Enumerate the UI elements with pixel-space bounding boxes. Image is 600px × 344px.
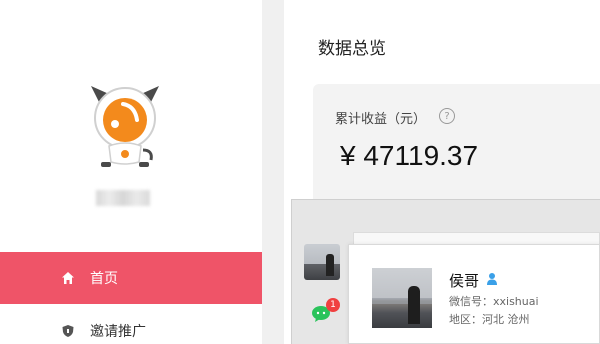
page-title: 数据总览: [318, 39, 386, 59]
contact-region: 地区：河北 沧州: [449, 313, 530, 326]
nav-label-home: 首页: [90, 271, 118, 287]
earnings-label: 累计收益（元）: [335, 112, 427, 127]
unread-badge: 1: [326, 298, 340, 312]
username-blurred: [96, 190, 150, 206]
nav-item-invite[interactable]: 邀请推广: [0, 305, 262, 344]
nav-label-invite: 邀请推广: [90, 324, 146, 340]
chat-avatar[interactable]: [304, 244, 340, 280]
sidebar: 首页 邀请推广: [0, 0, 262, 344]
nav-item-home[interactable]: 首页: [0, 252, 262, 304]
home-icon: [60, 270, 76, 286]
layout-gutter: [262, 0, 284, 344]
person-icon: [487, 273, 497, 285]
earnings-value: ¥ 47119.37: [340, 140, 479, 171]
contact-name: 侯哥: [449, 272, 480, 290]
mascot-logo: [91, 86, 159, 167]
help-icon[interactable]: ?: [439, 108, 455, 124]
contact-wechat-id: 微信号：xxishuai: [449, 295, 539, 308]
shield-icon: [60, 323, 76, 339]
contact-photo: [372, 268, 432, 328]
